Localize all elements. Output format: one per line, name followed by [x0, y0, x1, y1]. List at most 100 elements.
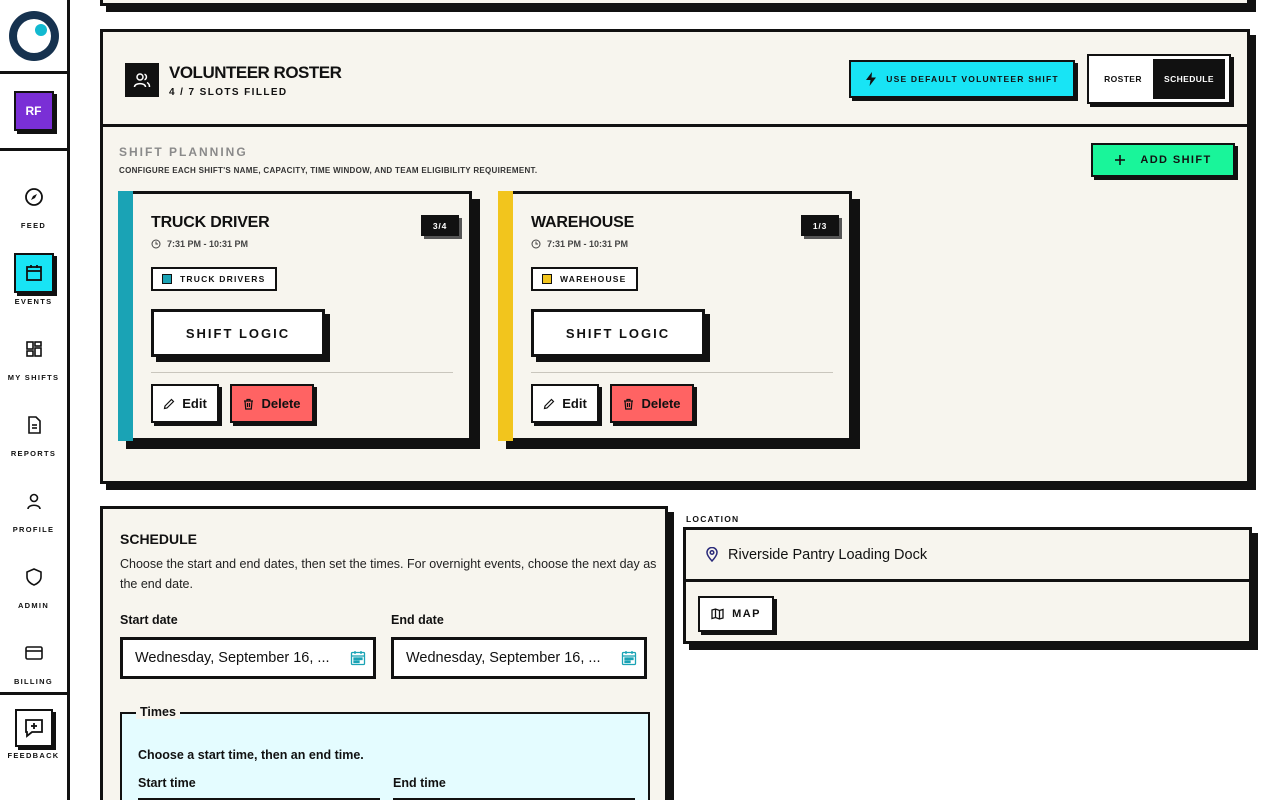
sidebar-item-my-shifts[interactable]: MY SHIFTS [0, 329, 67, 405]
sidebar-item-feed[interactable]: FEED [0, 177, 67, 253]
delete-button[interactable]: Delete [610, 384, 694, 423]
avatar-area: RF [0, 74, 67, 151]
location-panel: Riverside Pantry Loading Dock MAP [683, 527, 1252, 644]
sidebar-item-label: BILLING [13, 677, 54, 686]
document-icon [14, 405, 54, 445]
shift-name: WAREHOUSE [531, 214, 635, 231]
delete-button[interactable]: Delete [230, 384, 314, 423]
start-date-value: Wednesday, September 16, ... [135, 650, 330, 666]
calendar-icon[interactable] [614, 650, 644, 666]
start-time-label: Start time [138, 776, 196, 790]
shift-card-truck-driver: TRUCK DRIVER 7:31 PM - 10:31 PM 3/4 TRUC… [118, 191, 472, 441]
end-date-label: End date [391, 613, 444, 627]
slots-filled: 4 / 7 SLOTS FILLED [169, 87, 288, 98]
shift-capacity-badge: 3/4 [421, 215, 459, 236]
shift-time-text: 7:31 PM - 10:31 PM [167, 239, 249, 249]
volunteer-roster-panel: VOLUNTEER ROSTER 4 / 7 SLOTS FILLED USE … [100, 29, 1250, 484]
shift-planning-title: SHIFT PLANNING [119, 145, 248, 159]
team-color-swatch [542, 274, 552, 284]
calendar-icon [13, 253, 54, 293]
shift-color-bar [118, 191, 133, 441]
end-date-field[interactable]: Wednesday, September 16, ... [391, 637, 647, 679]
edit-label: Edit [182, 396, 207, 411]
schedule-panel: SCHEDULE Choose the start and end dates,… [100, 506, 668, 800]
feedback-icon [14, 709, 53, 747]
sidebar-nav: FEED EVENTS MY SHIFTS REPORTS PROFILE AD… [0, 151, 67, 709]
card-divider [151, 372, 453, 373]
times-description: Choose a start time, then an end time. [138, 748, 364, 762]
calendar-icon[interactable] [343, 650, 373, 666]
credit-card-icon [14, 633, 54, 673]
sidebar-item-label: PROFILE [12, 525, 55, 534]
team-requirement-tag: WAREHOUSE [531, 267, 638, 291]
edit-button[interactable]: Edit [531, 384, 599, 423]
end-time-label: End time [393, 776, 446, 790]
roster-header: VOLUNTEER ROSTER 4 / 7 SLOTS FILLED USE … [103, 32, 1247, 127]
lightning-icon [866, 72, 877, 86]
clock-icon [531, 239, 541, 249]
sidebar-item-events[interactable]: EVENTS [0, 253, 67, 329]
card-divider [531, 372, 833, 373]
map-pin-icon [706, 547, 718, 562]
clock-icon [151, 239, 161, 249]
app-logo[interactable] [8, 10, 59, 61]
shift-time: 7:31 PM - 10:31 PM [531, 239, 628, 249]
sidebar-item-label: REPORTS [10, 449, 57, 458]
team-name: WAREHOUSE [560, 274, 627, 284]
start-date-field[interactable]: Wednesday, September 16, ... [120, 637, 376, 679]
shift-capacity-badge: 1/3 [801, 215, 839, 236]
times-legend: Times [136, 705, 180, 719]
trash-icon [624, 398, 634, 410]
sidebar-item-label: ADMIN [17, 601, 50, 610]
schedule-title: SCHEDULE [120, 531, 198, 547]
toggle-schedule[interactable]: SCHEDULE [1153, 59, 1225, 99]
end-date-value: Wednesday, September 16, ... [406, 650, 601, 666]
add-shift-label: ADD SHIFT [1140, 154, 1212, 166]
shift-name: TRUCK DRIVER [151, 214, 270, 231]
shift-planning-description: CONFIGURE EACH SHIFT'S NAME, CAPACITY, T… [119, 166, 538, 175]
previous-panel [100, 0, 1250, 6]
user-icon [14, 481, 54, 521]
shield-icon [14, 557, 54, 597]
sidebar-item-label: FEED [20, 221, 47, 230]
team-color-swatch [162, 274, 172, 284]
team-name: TRUCK DRIVERS [180, 274, 266, 284]
plus-icon [1115, 155, 1126, 165]
shift-time-text: 7:31 PM - 10:31 PM [547, 239, 629, 249]
view-toggle: ROSTER SCHEDULE [1087, 54, 1231, 104]
shift-card-warehouse: WAREHOUSE 7:31 PM - 10:31 PM 1/3 WAREHOU… [498, 191, 852, 441]
edit-button[interactable]: Edit [151, 384, 219, 423]
edit-label: Edit [562, 396, 587, 411]
sidebar-item-reports[interactable]: REPORTS [0, 405, 67, 481]
sidebar-item-feedback[interactable]: FEEDBACK [0, 692, 67, 760]
map-label: MAP [732, 608, 761, 620]
toggle-roster[interactable]: ROSTER [1093, 59, 1153, 99]
sidebar-item-admin[interactable]: ADMIN [0, 557, 67, 633]
avatar[interactable]: RF [13, 91, 54, 131]
map-button[interactable]: MAP [698, 596, 774, 632]
sidebar: RF FEED EVENTS MY SHIFTS REPORTS PROFILE… [0, 0, 70, 800]
shift-logic-button[interactable]: SHIFT LOGIC [531, 309, 705, 357]
sidebar-item-label: MY SHIFTS [7, 373, 60, 382]
times-fieldset: Times Choose a start time, then an end t… [120, 705, 650, 800]
users-icon [125, 63, 159, 97]
shift-color-bar [498, 191, 513, 441]
location-label: LOCATION [686, 514, 740, 524]
sidebar-item-profile[interactable]: PROFILE [0, 481, 67, 557]
start-date-label: Start date [120, 613, 178, 627]
schedule-description: Choose the start and end dates, then set… [120, 557, 657, 591]
sidebar-item-label: EVENTS [14, 297, 53, 306]
pencil-icon [543, 398, 555, 409]
use-default-shift-button[interactable]: USE DEFAULT VOLUNTEER SHIFT [849, 60, 1075, 98]
map-icon [711, 608, 724, 620]
grid-icon [14, 329, 54, 369]
pencil-icon [163, 398, 175, 409]
add-shift-button[interactable]: ADD SHIFT [1091, 143, 1235, 177]
shift-logic-button[interactable]: SHIFT LOGIC [151, 309, 325, 357]
location-value: Riverside Pantry Loading Dock [728, 546, 928, 563]
delete-label: Delete [641, 396, 681, 411]
shift-time: 7:31 PM - 10:31 PM [151, 239, 248, 249]
use-default-shift-label: USE DEFAULT VOLUNTEER SHIFT [886, 74, 1059, 84]
location-row: Riverside Pantry Loading Dock [686, 530, 1249, 582]
delete-label: Delete [261, 396, 301, 411]
